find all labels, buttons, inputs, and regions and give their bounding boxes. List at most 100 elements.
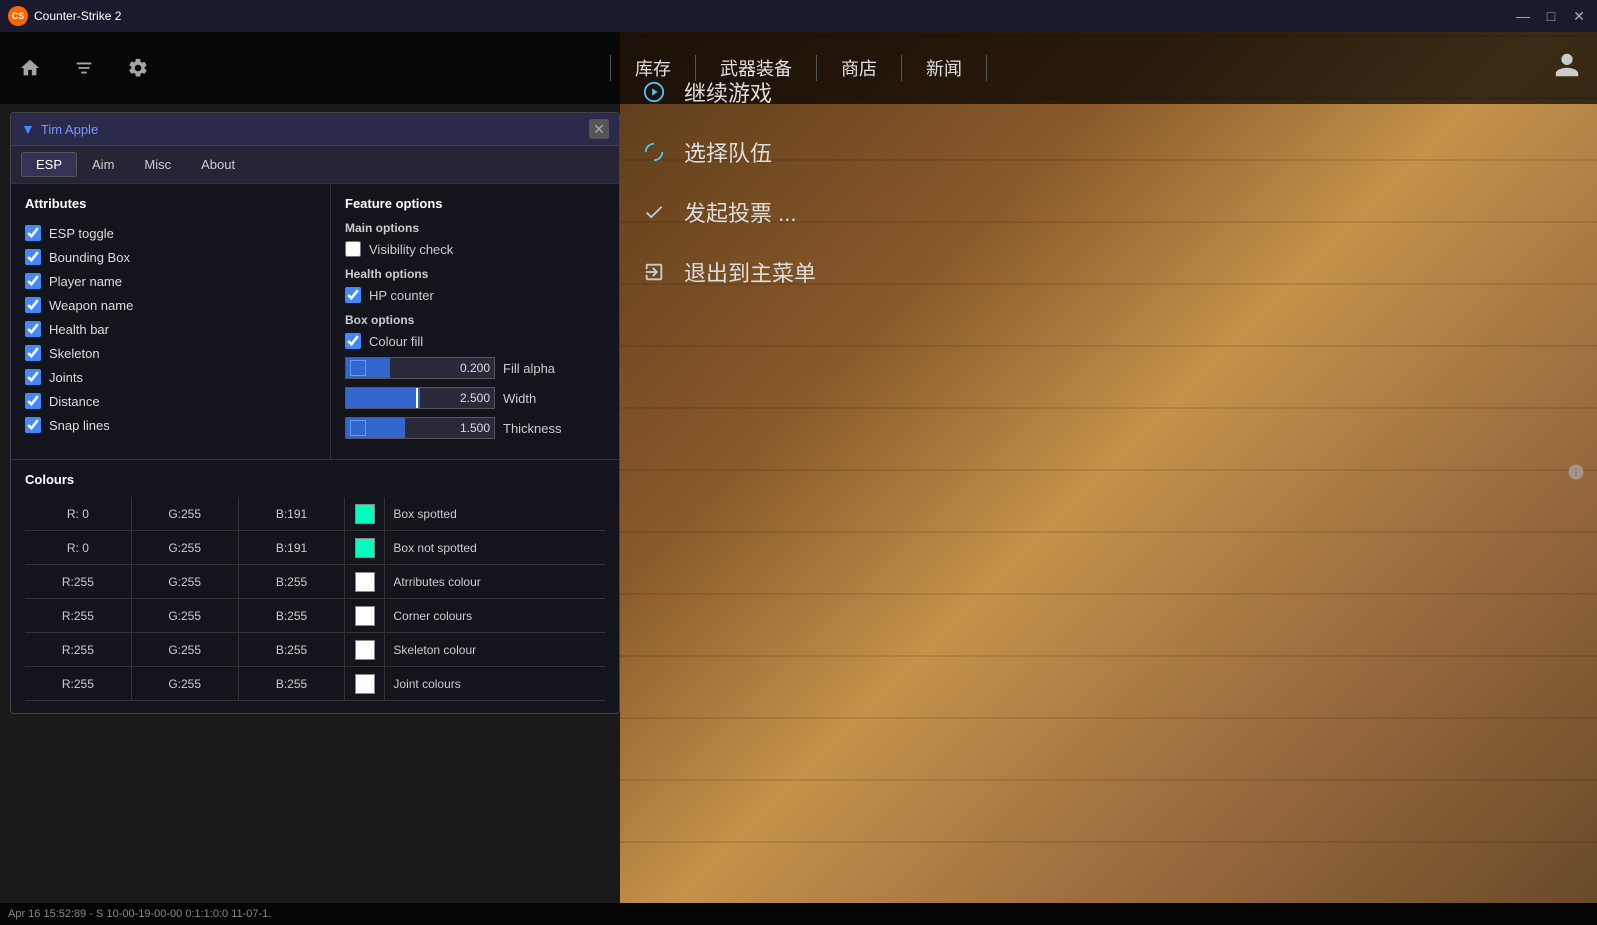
window-controls: — □ ✕ <box>1513 6 1589 26</box>
colour-swatch-cell[interactable] <box>345 633 385 666</box>
menu-vote[interactable]: 发起投票 ... <box>620 182 920 242</box>
colour-r: R: 0 <box>25 497 132 530</box>
width-track[interactable]: 2.500 <box>345 387 495 409</box>
joints-item: Joints <box>25 365 316 389</box>
width-row: 2.500 Width <box>345 387 605 409</box>
health-options-title: Health options <box>345 267 605 281</box>
colour-swatch[interactable] <box>355 674 375 694</box>
colour-row: R:255 G:255 B:255 Atrributes colour <box>25 565 605 599</box>
colour-swatch[interactable] <box>355 640 375 660</box>
fill-alpha-row: 0.200 Fill alpha <box>345 357 605 379</box>
fill-alpha-track[interactable]: 0.200 <box>345 357 495 379</box>
menu-continue[interactable]: 继续游戏 <box>620 62 920 122</box>
snap-lines-checkbox[interactable] <box>25 417 41 433</box>
colour-b: B:191 <box>239 531 346 564</box>
fill-alpha-value: 0.200 <box>460 361 490 375</box>
colour-swatch-cell[interactable] <box>345 531 385 564</box>
hp-counter-label: HP counter <box>369 288 434 303</box>
colour-r: R:255 <box>25 633 132 666</box>
weapon-name-label: Weapon name <box>49 298 133 313</box>
distance-label: Distance <box>49 394 100 409</box>
colour-g: G:255 <box>132 667 239 700</box>
fill-alpha-label: Fill alpha <box>503 361 563 376</box>
maximize-button[interactable]: □ <box>1541 6 1561 26</box>
colour-name: Box not spotted <box>385 531 605 564</box>
skeleton-label: Skeleton <box>49 346 100 361</box>
colours-title: Colours <box>25 472 605 487</box>
esp-toggle-checkbox[interactable] <box>25 225 41 241</box>
visibility-label: Visibility check <box>369 242 453 257</box>
menu-team[interactable]: 选择队伍 <box>620 122 920 182</box>
tab-esp[interactable]: ESP <box>21 152 77 177</box>
colour-rows: R: 0 G:255 B:191 Box spotted R: 0 G:255 … <box>25 497 605 701</box>
feature-title: Feature options <box>345 196 605 211</box>
colour-swatch[interactable] <box>355 504 375 524</box>
thickness-track[interactable]: 1.500 <box>345 417 495 439</box>
thickness-value: 1.500 <box>460 421 490 435</box>
title-bar: CS Counter-Strike 2 — □ ✕ <box>0 0 1597 32</box>
weapon-name-checkbox[interactable] <box>25 297 41 313</box>
colour-swatch-cell[interactable] <box>345 599 385 632</box>
feature-column: Feature options Main options Visibility … <box>331 184 619 459</box>
player-name-item: Player name <box>25 269 316 293</box>
player-name-checkbox[interactable] <box>25 273 41 289</box>
main-options-title: Main options <box>345 221 605 235</box>
distance-checkbox[interactable] <box>25 393 41 409</box>
info-icon[interactable] <box>1567 463 1585 486</box>
thickness-label: Thickness <box>503 421 563 436</box>
menu-exit[interactable]: 退出到主菜单 <box>620 242 920 302</box>
colour-g: G:255 <box>132 633 239 666</box>
snap-lines-item: Snap lines <box>25 413 316 437</box>
colour-fill-checkbox[interactable] <box>345 333 361 349</box>
panel-title: ▼ Tim Apple <box>21 121 98 137</box>
colour-swatch[interactable] <box>355 572 375 592</box>
hack-panel-body: Attributes ESP toggle Bounding Box Playe… <box>11 184 619 459</box>
player-name-label: Player name <box>49 274 122 289</box>
attributes-title: Attributes <box>25 196 316 211</box>
joints-checkbox[interactable] <box>25 369 41 385</box>
colour-r: R:255 <box>25 667 132 700</box>
weapon-name-item: Weapon name <box>25 293 316 317</box>
width-cursor <box>416 388 418 408</box>
game-menu: 继续游戏 选择队伍 发起投票 ... 退出到主菜单 <box>620 32 920 302</box>
vote-icon <box>640 198 668 226</box>
settings-icon[interactable] <box>120 50 156 86</box>
colour-name: Corner colours <box>385 599 605 632</box>
colour-swatch[interactable] <box>355 606 375 626</box>
minimize-button[interactable]: — <box>1513 6 1533 26</box>
exit-icon <box>640 258 668 286</box>
home-icon[interactable] <box>12 50 48 86</box>
colour-row: R: 0 G:255 B:191 Box not spotted <box>25 531 605 565</box>
colour-b: B:255 <box>239 565 346 598</box>
colour-swatch[interactable] <box>355 538 375 558</box>
health-bar-checkbox[interactable] <box>25 321 41 337</box>
tab-misc[interactable]: Misc <box>129 152 186 177</box>
bounding-box-checkbox[interactable] <box>25 249 41 265</box>
colour-row: R:255 G:255 B:255 Joint colours <box>25 667 605 701</box>
colour-b: B:255 <box>239 667 346 700</box>
close-button[interactable]: ✕ <box>1569 6 1589 26</box>
fill-alpha-thumb <box>350 360 366 376</box>
colour-swatch-cell[interactable] <box>345 497 385 530</box>
panel-title-text: Tim Apple <box>41 122 98 137</box>
skeleton-checkbox[interactable] <box>25 345 41 361</box>
colours-section: Colours R: 0 G:255 B:191 Box spotted R: … <box>11 459 619 713</box>
thickness-row: 1.500 Thickness <box>345 417 605 439</box>
panel-close-button[interactable]: ✕ <box>589 119 609 139</box>
tab-aim[interactable]: Aim <box>77 152 129 177</box>
colour-r: R:255 <box>25 599 132 632</box>
colour-b: B:255 <box>239 599 346 632</box>
colour-name: Joint colours <box>385 667 605 700</box>
tab-about[interactable]: About <box>186 152 250 177</box>
width-value: 2.500 <box>460 391 490 405</box>
inventory-icon[interactable] <box>66 50 102 86</box>
continue-label: 继续游戏 <box>684 76 772 108</box>
colour-swatch-cell[interactable] <box>345 667 385 700</box>
colour-swatch-cell[interactable] <box>345 565 385 598</box>
visibility-checkbox[interactable] <box>345 241 361 257</box>
hp-counter-checkbox[interactable] <box>345 287 361 303</box>
width-label: Width <box>503 391 563 406</box>
profile-icon[interactable] <box>1553 51 1581 86</box>
health-bar-label: Health bar <box>49 322 109 337</box>
colour-r: R: 0 <box>25 531 132 564</box>
